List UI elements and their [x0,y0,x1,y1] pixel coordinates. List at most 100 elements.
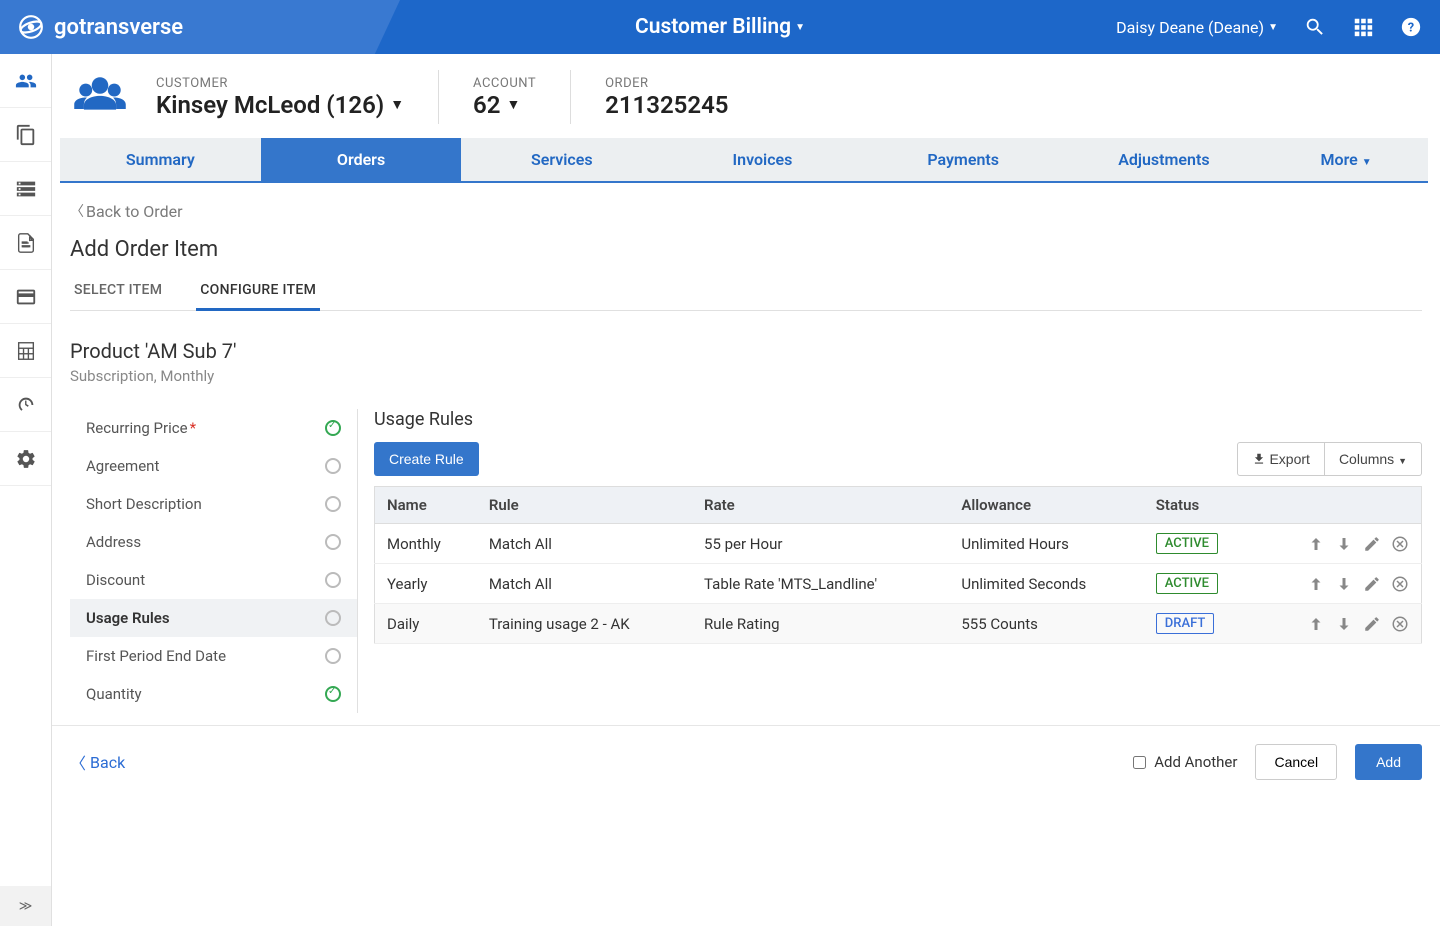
caret-down-icon: ▼ [1362,157,1372,168]
help-icon[interactable]: ? [1400,16,1422,38]
sidebar-payments[interactable] [0,270,51,324]
export-button[interactable]: Export [1237,442,1325,476]
config-row: Recurring Price*AgreementShort Descripti… [70,409,1422,713]
cell-allowance: Unlimited Hours [949,524,1143,564]
config-nav-item[interactable]: Address [70,523,357,561]
panel-toolbar: Create Rule Export Columns ▼ [374,442,1422,476]
col-actions [1256,487,1421,524]
account-block[interactable]: ACCOUNT 62 ▼ [473,76,536,119]
config-nav-label: Usage Rules [86,609,170,627]
main-tabs: Summary Orders Services Invoices Payment… [60,138,1440,181]
status-empty-icon [325,610,341,626]
add-another-checkbox[interactable]: Add Another [1133,753,1237,771]
edit-icon[interactable] [1363,615,1381,633]
tab-services[interactable]: Services [461,138,662,181]
row-actions [1268,615,1409,633]
columns-button[interactable]: Columns ▼ [1325,442,1422,476]
caret-down-icon: ▼ [1268,22,1278,33]
col-status[interactable]: Status [1144,487,1257,524]
brand[interactable]: gotransverse [18,14,183,40]
edit-icon[interactable] [1363,535,1381,553]
move-up-icon[interactable] [1307,615,1325,633]
config-nav-item[interactable]: Usage Rules [70,599,357,637]
move-up-icon[interactable] [1307,575,1325,593]
cell-actions [1256,604,1421,644]
content: 〈 Back to Order Add Order Item SELECT IT… [52,183,1440,725]
footer-right: Add Another Cancel Add [1133,744,1422,780]
status-badge: DRAFT [1156,613,1215,634]
delete-icon[interactable] [1391,535,1409,553]
add-another-input[interactable] [1133,756,1146,769]
tab-invoices[interactable]: Invoices [662,138,863,181]
search-icon[interactable] [1304,16,1326,38]
add-another-label: Add Another [1154,753,1237,771]
cell-status: ACTIVE [1144,524,1257,564]
row-actions [1268,535,1409,553]
user-menu[interactable]: Daisy Deane (Deane) ▼ [1116,18,1278,37]
sidebar-settings[interactable] [0,432,51,486]
table-row: Daily Training usage 2 - AK Rule Rating … [375,604,1422,644]
sidebar-calculator[interactable] [0,324,51,378]
user-name: Daisy Deane (Deane) [1116,18,1264,37]
export-label: Export [1269,451,1309,467]
cancel-button[interactable]: Cancel [1255,744,1337,780]
separator [570,70,571,124]
config-nav-item[interactable]: Discount [70,561,357,599]
status-badge: ACTIVE [1156,533,1218,554]
sidebar-storage[interactable] [0,162,51,216]
caret-down-icon: ▼ [390,96,404,113]
col-name[interactable]: Name [375,487,477,524]
move-down-icon[interactable] [1335,535,1353,553]
sidebar-document[interactable] [0,216,51,270]
add-button[interactable]: Add [1355,744,1422,780]
caret-down-icon: ▼ [1398,456,1407,466]
subtab-select-item[interactable]: SELECT ITEM [70,274,166,310]
edit-icon[interactable] [1363,575,1381,593]
config-nav-item[interactable]: Quantity [70,675,357,713]
required-star-icon: * [190,419,196,437]
create-rule-button[interactable]: Create Rule [374,442,479,476]
col-rule[interactable]: Rule [477,487,692,524]
module-selector[interactable]: Customer Billing ▼ [635,15,805,39]
config-nav-item[interactable]: Short Description [70,485,357,523]
delete-icon[interactable] [1391,575,1409,593]
separator [438,70,439,124]
sidebar-customers[interactable] [0,54,51,108]
account-value: 62 [473,91,500,119]
move-down-icon[interactable] [1335,575,1353,593]
expand-icon: ≫ [19,899,33,914]
status-done-icon [325,686,341,702]
tab-more[interactable]: More ▼ [1264,138,1428,181]
customer-label: CUSTOMER [156,76,404,91]
tab-payments[interactable]: Payments [863,138,1064,181]
download-icon [1252,452,1266,466]
config-nav-item[interactable]: First Period End Date [70,637,357,675]
sidebar-expand[interactable]: ≫ [0,886,51,926]
config-nav-item[interactable]: Recurring Price* [70,409,357,447]
config-nav-item[interactable]: Agreement [70,447,357,485]
subtab-configure-item[interactable]: CONFIGURE ITEM [196,274,320,311]
customer-block[interactable]: CUSTOMER Kinsey McLeod (126) ▼ [156,76,404,119]
col-allowance[interactable]: Allowance [949,487,1143,524]
order-block: ORDER 211325245 [605,76,728,119]
tab-summary[interactable]: Summary [60,138,261,181]
back-button[interactable]: 〈 Back [70,750,125,774]
back-to-order-link[interactable]: 〈 Back to Order [70,201,183,221]
tab-adjustments[interactable]: Adjustments [1064,138,1265,181]
caret-down-icon: ▼ [795,22,805,33]
col-rate[interactable]: Rate [692,487,949,524]
delete-icon[interactable] [1391,615,1409,633]
sidebar-copy[interactable] [0,108,51,162]
move-up-icon[interactable] [1307,535,1325,553]
cell-status: DRAFT [1144,604,1257,644]
footer: 〈 Back Add Another Cancel Add [52,725,1440,798]
panel-title: Usage Rules [374,409,1422,430]
cell-name: Yearly [375,564,477,604]
move-down-icon[interactable] [1335,615,1353,633]
left-sidebar: ≫ [0,54,52,926]
customer-value: Kinsey McLeod (126) [156,91,384,119]
sidebar-dashboard[interactable] [0,378,51,432]
subtabs: SELECT ITEM CONFIGURE ITEM [70,274,1422,311]
apps-grid-icon[interactable] [1352,16,1374,38]
tab-orders[interactable]: Orders [261,138,462,181]
